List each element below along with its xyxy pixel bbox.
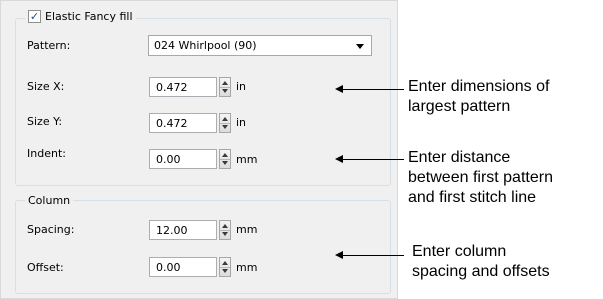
offset-label: Offset: [27, 261, 64, 274]
pattern-dropdown[interactable]: 024 Whirlpool (90) [148, 35, 372, 56]
column-group [15, 200, 391, 294]
spin-up-icon[interactable] [222, 117, 228, 121]
spin-down-icon[interactable] [222, 161, 228, 165]
callout-dimensions: Enter dimensions of largest pattern [408, 77, 549, 117]
callout-line-column [341, 255, 404, 256]
spin-down-icon[interactable] [222, 269, 228, 273]
spacing-unit: mm [236, 223, 258, 236]
size-y-value: 0.472 [156, 116, 188, 130]
pattern-value: 024 Whirlpool (90) [154, 39, 257, 52]
elastic-fancy-fill-checkbox[interactable]: ✓ [28, 10, 41, 23]
callout-line-distance [341, 159, 404, 160]
indent-input[interactable]: 0.00 [149, 149, 217, 169]
callout-column: Enter column spacing and offsets [412, 242, 550, 282]
column-group-title: Column [25, 194, 74, 207]
spin-up-icon[interactable] [222, 81, 228, 85]
size-x-value: 0.472 [156, 80, 188, 94]
callout-column-line2: spacing and offsets [412, 263, 550, 280]
spacing-label: Spacing: [27, 223, 75, 236]
spin-down-icon[interactable] [222, 232, 228, 236]
spacing-value: 12.00 [156, 223, 188, 237]
elastic-fancy-fill-checkbox-row[interactable]: ✓ Elastic Fancy fill [25, 10, 136, 23]
spin-up-icon[interactable] [222, 153, 228, 157]
size-y-input[interactable]: 0.472 [149, 113, 217, 133]
indent-spinner[interactable] [219, 149, 231, 169]
indent-label: Indent: [27, 147, 66, 160]
indent-value: 0.00 [156, 152, 181, 166]
callout-distance-line3: and first stitch line [408, 189, 537, 206]
spin-up-icon[interactable] [222, 224, 228, 228]
spin-down-icon[interactable] [222, 125, 228, 129]
size-y-unit: in [236, 116, 247, 129]
callout-column-line1: Enter column [412, 243, 507, 260]
indent-unit: mm [236, 153, 258, 166]
size-y-spinner[interactable] [219, 113, 231, 133]
size-x-spinner[interactable] [219, 77, 231, 97]
callout-dimensions-line1: Enter dimensions of [408, 78, 550, 95]
callout-distance: Enter distance between first pattern and… [408, 148, 553, 208]
spacing-input[interactable]: 12.00 [149, 220, 217, 240]
size-x-unit: in [236, 80, 247, 93]
elastic-fancy-fill-label: Elastic Fancy fill [45, 10, 133, 23]
offset-unit: mm [236, 261, 258, 274]
callout-line-dimensions [341, 89, 404, 90]
pattern-label: Pattern: [27, 39, 71, 52]
size-x-input[interactable]: 0.472 [149, 77, 217, 97]
offset-input[interactable]: 0.00 [149, 257, 217, 277]
chevron-down-icon[interactable] [356, 44, 364, 49]
offset-spinner[interactable] [219, 257, 231, 277]
offset-value: 0.00 [156, 260, 181, 274]
callout-dimensions-line2: largest pattern [408, 98, 511, 115]
spin-up-icon[interactable] [222, 261, 228, 265]
size-y-label: Size Y: [27, 115, 63, 128]
spin-down-icon[interactable] [222, 89, 228, 93]
callout-distance-line2: between first pattern [408, 169, 553, 186]
callout-distance-line1: Enter distance [408, 149, 511, 166]
spacing-spinner[interactable] [219, 220, 231, 240]
size-x-label: Size X: [27, 80, 65, 93]
